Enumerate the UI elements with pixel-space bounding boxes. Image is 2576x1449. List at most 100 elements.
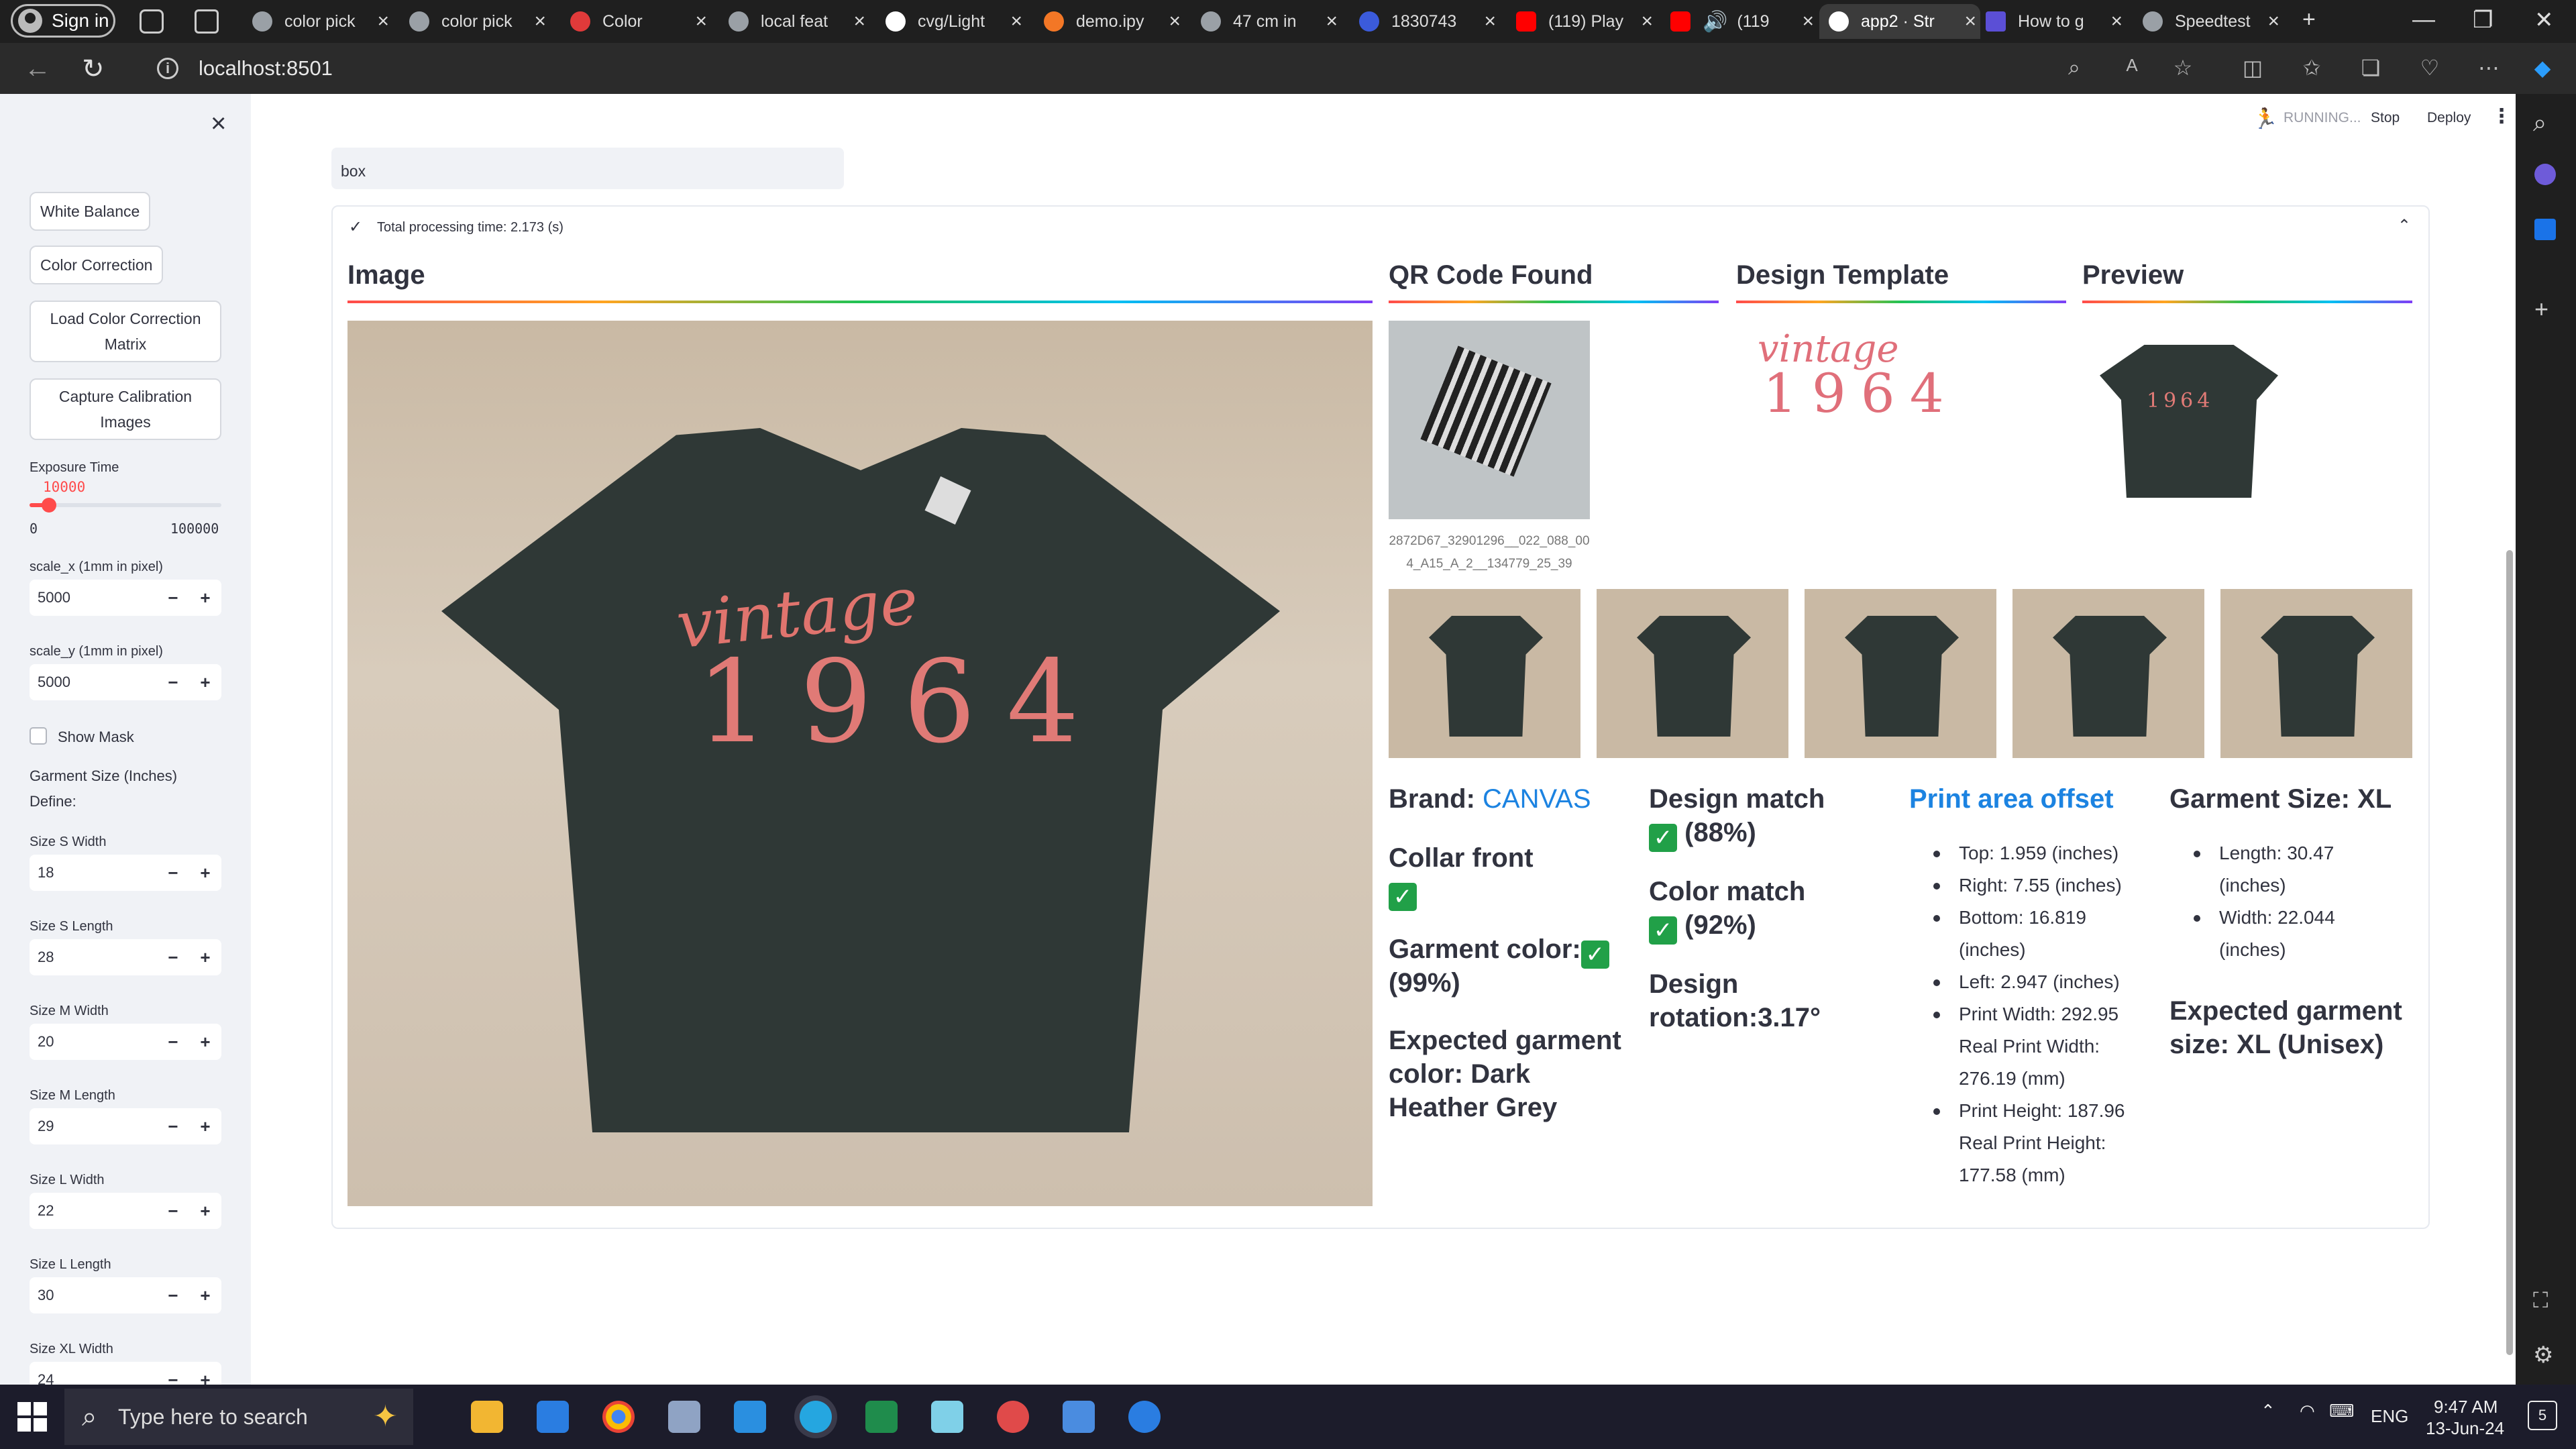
collapse-chevron-icon[interactable]: ⌃ xyxy=(2398,216,2411,235)
tab-11[interactable]: How to g × xyxy=(1986,4,2127,39)
tab-close-icon[interactable]: × xyxy=(1641,10,1653,33)
tab-close-icon[interactable]: × xyxy=(534,10,546,33)
collections-icon[interactable]: ❏ xyxy=(2359,55,2383,80)
screenshot-icon[interactable]: ⛶ xyxy=(2533,1288,2548,1313)
chrome-icon[interactable] xyxy=(602,1401,635,1433)
tab-close-icon[interactable]: × xyxy=(1010,10,1022,33)
tab-close-icon[interactable]: × xyxy=(853,10,865,33)
back-icon[interactable]: ← xyxy=(24,54,51,84)
close-sidebar-icon[interactable]: × xyxy=(211,109,226,139)
decrement-button[interactable]: − xyxy=(157,1032,189,1053)
tab-7[interactable]: 1830743 × xyxy=(1359,4,1500,39)
windows-start-icon[interactable] xyxy=(17,1402,47,1432)
scale-x-input[interactable]: 5000− + xyxy=(30,580,221,616)
vscode-icon[interactable] xyxy=(734,1401,766,1433)
excel-icon[interactable] xyxy=(865,1401,898,1433)
size-value[interactable]: 29 xyxy=(30,1118,157,1135)
outlook-icon[interactable] xyxy=(2534,219,2556,240)
copilot-icon[interactable]: ◆ xyxy=(2530,55,2555,80)
tab-close-icon[interactable]: × xyxy=(377,10,389,33)
decrement-button[interactable]: − xyxy=(157,588,189,608)
size-s-length-input[interactable]: 28− + xyxy=(30,939,221,975)
tab-actions-icon[interactable] xyxy=(195,9,219,34)
notes-icon[interactable] xyxy=(931,1401,963,1433)
scale-x-value[interactable]: 5000 xyxy=(30,589,157,606)
deploy-button[interactable]: Deploy xyxy=(2427,110,2471,126)
white-balance-button[interactable]: White Balance xyxy=(30,192,151,231)
tab-close-icon[interactable]: × xyxy=(1484,10,1496,33)
print-area-offset-link[interactable]: Print area offset xyxy=(1909,782,2114,816)
close-window-icon[interactable]: ✕ xyxy=(2534,7,2554,34)
clock-date[interactable]: 13-Jun-24 xyxy=(2426,1418,2504,1439)
increment-button[interactable]: + xyxy=(189,672,221,693)
favorite-star-icon[interactable]: ☆ xyxy=(2171,55,2195,80)
store-icon[interactable] xyxy=(537,1401,569,1433)
browser-essentials-icon[interactable]: ♡ xyxy=(2418,55,2442,80)
url-field[interactable]: localhost:8501 xyxy=(199,56,333,80)
search-icon[interactable]: ⌕ xyxy=(2533,109,2546,138)
favorites-icon[interactable]: ✩ xyxy=(2300,55,2324,80)
settings-gear-icon[interactable]: ⚙ xyxy=(2533,1342,2553,1368)
tab-3[interactable]: local feat × xyxy=(729,4,869,39)
tab-5[interactable]: demo.ipy × xyxy=(1044,4,1185,39)
size-l-width-input[interactable]: 22− + xyxy=(30,1193,221,1229)
stop-button[interactable]: Stop xyxy=(2371,110,2400,126)
language-indicator[interactable]: ENG xyxy=(2371,1406,2408,1427)
tab-1[interactable]: color pick × xyxy=(409,4,550,39)
search-input[interactable]: box xyxy=(331,148,844,189)
increment-button[interactable]: + xyxy=(189,1201,221,1222)
restore-icon[interactable]: ❐ xyxy=(2473,7,2493,34)
tab-10[interactable]: app2 · Str × xyxy=(1819,4,1980,39)
tab-close-icon[interactable]: × xyxy=(1964,10,1976,33)
increment-button[interactable]: + xyxy=(189,1370,221,1385)
split-screen-icon[interactable]: ◫ xyxy=(2241,55,2265,80)
zoom-icon[interactable]: ⌕ xyxy=(2062,55,2086,79)
size-value[interactable]: 20 xyxy=(30,1033,157,1051)
increment-button[interactable]: + xyxy=(189,1116,221,1137)
tab-0[interactable]: color pick × xyxy=(252,4,393,39)
increment-button[interactable]: + xyxy=(189,588,221,608)
exposure-time-slider[interactable] xyxy=(30,503,221,507)
tray-overflow-icon[interactable]: ⌃ xyxy=(2261,1401,2275,1421)
decrement-button[interactable]: − xyxy=(157,947,189,968)
page-scrollbar[interactable] xyxy=(2506,550,2513,1355)
file-explorer-icon[interactable] xyxy=(471,1401,503,1433)
increment-button[interactable]: + xyxy=(189,863,221,883)
more-menu-icon[interactable]: ⋯ xyxy=(2477,55,2501,80)
size-l-length-input[interactable]: 30− + xyxy=(30,1277,221,1313)
refresh-icon[interactable]: ↻ xyxy=(82,54,105,85)
capture-calibration-images-button[interactable]: Capture Calibration Images xyxy=(30,378,221,440)
clock-time[interactable]: 9:47 AM xyxy=(2434,1397,2498,1417)
keyboard-icon[interactable]: ⌨ xyxy=(2329,1401,2355,1421)
decrement-button[interactable]: − xyxy=(157,672,189,693)
size-value[interactable]: 30 xyxy=(30,1287,157,1304)
sparkle-icon[interactable]: ✦ xyxy=(373,1399,398,1434)
decrement-button[interactable]: − xyxy=(157,1201,189,1222)
increment-button[interactable]: + xyxy=(189,1285,221,1306)
increment-button[interactable]: + xyxy=(189,1032,221,1053)
tab-12[interactable]: Speedtest × xyxy=(2143,4,2284,39)
decrement-button[interactable]: − xyxy=(157,863,189,883)
show-mask-checkbox[interactable] xyxy=(30,727,47,745)
wifi-icon[interactable]: ◠ xyxy=(2300,1401,2315,1421)
site-info-icon[interactable]: i xyxy=(157,58,178,79)
exposure-slider-thumb[interactable] xyxy=(42,498,56,513)
workspaces-icon[interactable] xyxy=(140,9,164,34)
main-menu-icon[interactable]: ⋮ xyxy=(2491,105,2512,128)
tab-close-icon[interactable]: × xyxy=(1802,10,1814,33)
size-value[interactable]: 18 xyxy=(30,864,157,881)
decrement-button[interactable]: − xyxy=(157,1370,189,1385)
app-icon[interactable] xyxy=(997,1401,1029,1433)
tab-2[interactable]: Color × xyxy=(570,4,711,39)
speaker-icon[interactable]: 🔊 xyxy=(1703,10,1727,34)
edge-icon[interactable] xyxy=(800,1401,832,1433)
tab-close-icon[interactable]: × xyxy=(2267,10,2279,33)
minimize-icon[interactable]: — xyxy=(2412,7,2435,33)
copilot-side-icon[interactable] xyxy=(2534,164,2556,185)
add-sidebar-app-icon[interactable]: + xyxy=(2534,295,2548,323)
app-icon[interactable] xyxy=(668,1401,700,1433)
decrement-button[interactable]: − xyxy=(157,1285,189,1306)
tab-4[interactable]: cvg/Light × xyxy=(885,4,1026,39)
scale-y-value[interactable]: 5000 xyxy=(30,674,157,691)
size-value[interactable]: 28 xyxy=(30,949,157,966)
